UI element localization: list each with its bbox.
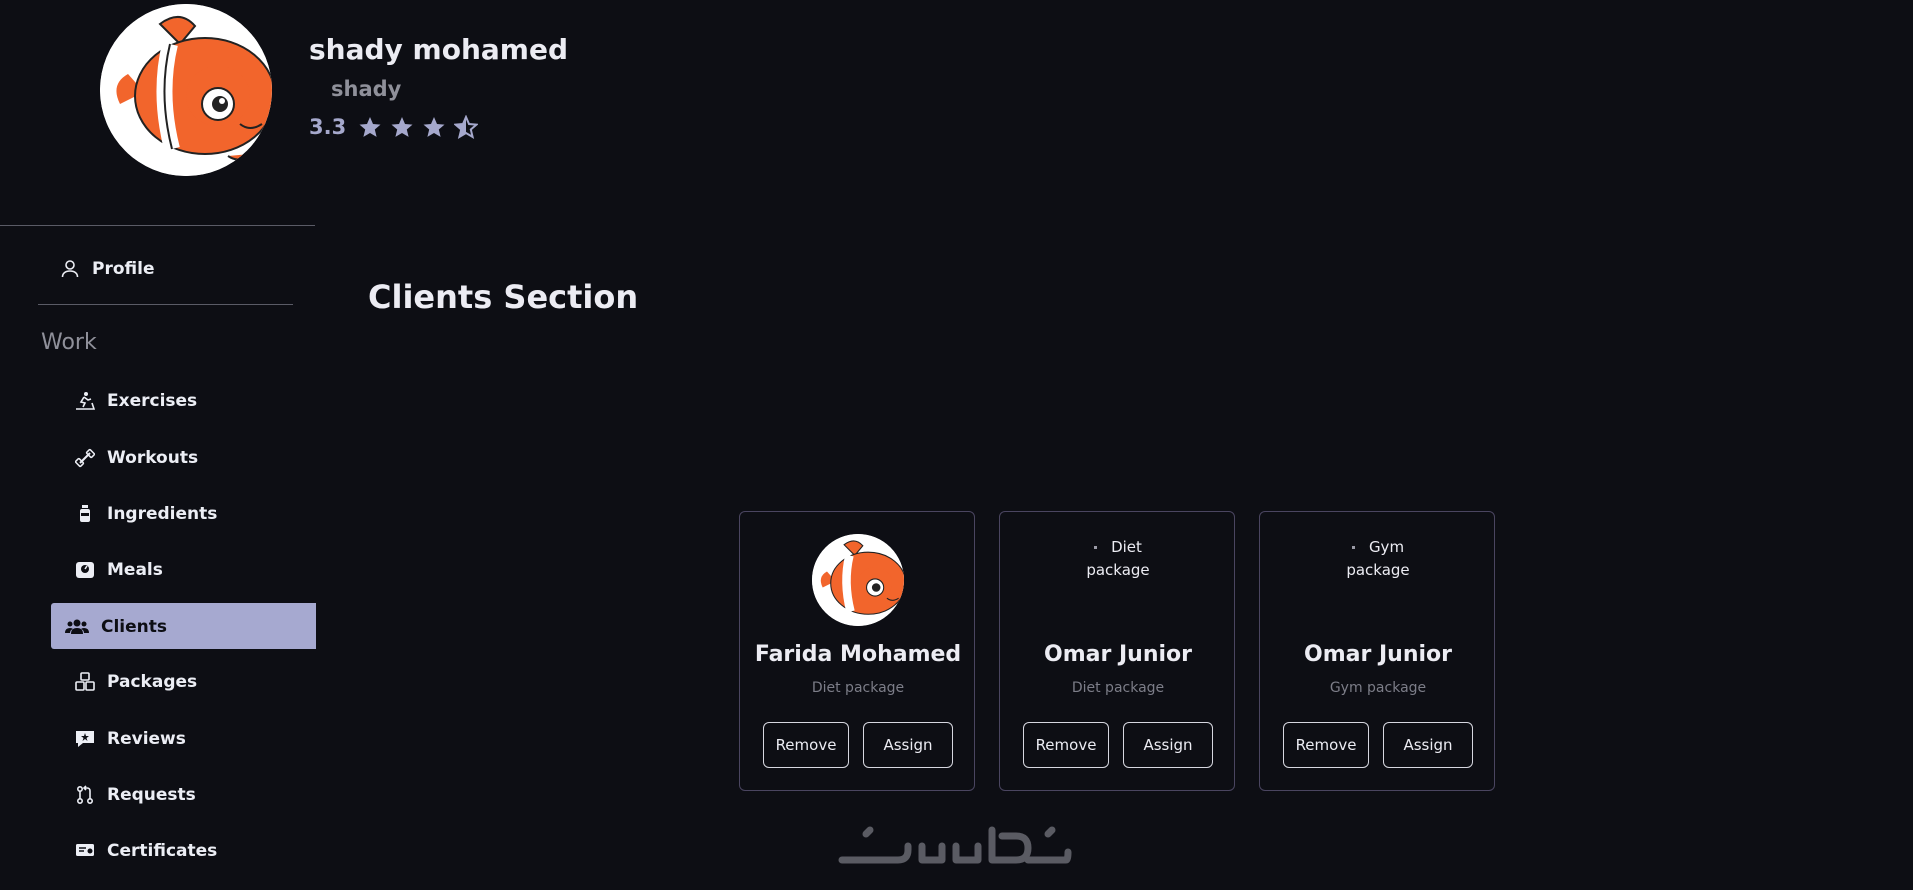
boxes-icon	[75, 672, 95, 692]
client-card: Farida Mohamed Diet package Remove Assig…	[739, 511, 975, 791]
sidebar-item-label: Profile	[92, 259, 155, 279]
sidebar-item-exercises[interactable]: Exercises	[75, 391, 197, 411]
star-full-icon	[422, 115, 446, 139]
page-title: Clients Section	[368, 278, 639, 316]
scale-icon	[75, 560, 95, 580]
star-full-icon	[390, 115, 414, 139]
remove-button[interactable]: Remove	[1283, 722, 1369, 768]
profile-avatar	[100, 4, 272, 176]
header-divider	[0, 225, 315, 226]
client-image-broken: Gym package	[1260, 536, 1496, 582]
client-card: Diet package Omar Junior Diet package Re…	[999, 511, 1235, 791]
sidebar-item-label: Workouts	[107, 448, 199, 468]
profile-rating: 3.3	[309, 115, 479, 139]
sidebar-item-clients[interactable]: Clients	[65, 617, 167, 637]
sidebar-item-label: Requests	[107, 785, 196, 805]
treadmill-icon	[75, 391, 95, 411]
user-icon	[60, 259, 80, 279]
clownfish-avatar	[100, 4, 272, 176]
clownfish-avatar	[812, 534, 904, 626]
star-full-icon	[358, 115, 382, 139]
sidebar-item-label: Exercises	[107, 391, 198, 411]
star-half-icon	[454, 115, 479, 139]
client-package: Diet package	[1071, 680, 1165, 696]
sidebar-item-label: Clients	[101, 617, 168, 637]
remove-button[interactable]: Remove	[1023, 722, 1109, 768]
sidebar-item-ingredients[interactable]: Ingredients	[75, 504, 217, 524]
sidebar-divider	[38, 304, 293, 305]
client-card: Gym package Omar Junior Gym package Remo…	[1259, 511, 1495, 791]
assign-button[interactable]: Assign	[863, 722, 953, 768]
remove-button[interactable]: Remove	[763, 722, 849, 768]
client-name: Farida Mohamed	[754, 642, 962, 667]
dumbbell-icon	[75, 448, 95, 468]
pull-request-icon	[75, 785, 95, 805]
sidebar-item-label: Meals	[107, 560, 163, 580]
watermark-logo	[838, 820, 1072, 872]
broken-image-icon	[1351, 546, 1355, 549]
client-avatar	[812, 534, 904, 626]
rating-value: 3.3	[309, 115, 347, 139]
sidebar-item-meals[interactable]: Meals	[75, 560, 163, 580]
client-name: Omar Junior	[1304, 642, 1452, 667]
client-name: Omar Junior	[1044, 642, 1192, 667]
sidebar-item-reviews[interactable]: Reviews	[75, 729, 186, 749]
sidebar-item-label: Packages	[107, 672, 198, 692]
review-icon	[75, 729, 95, 749]
sidebar-item-certificates[interactable]: Certificates	[75, 841, 217, 861]
sidebar-item-label: Reviews	[107, 729, 186, 749]
broken-image-icon	[1094, 546, 1098, 549]
image-alt-text: package	[1346, 561, 1410, 579]
bottle-icon	[75, 504, 95, 524]
sidebar-item-label: Certificates	[107, 841, 218, 861]
profile-username: shady	[331, 77, 402, 101]
assign-button[interactable]: Assign	[1383, 722, 1473, 768]
users-icon	[65, 617, 89, 637]
certificate-icon	[75, 841, 95, 861]
image-alt-text: package	[1086, 561, 1150, 579]
sidebar-item-profile[interactable]: Profile	[60, 259, 154, 279]
image-alt-text: Diet	[1111, 538, 1142, 556]
profile-name: shady mohamed	[309, 33, 568, 66]
sidebar-item-workouts[interactable]: Workouts	[75, 448, 198, 468]
client-package: Gym package	[1329, 680, 1427, 696]
client-image-broken: Diet package	[1000, 536, 1236, 582]
image-alt-text: Gym	[1368, 538, 1405, 556]
sidebar-item-packages[interactable]: Packages	[75, 672, 197, 692]
client-package: Diet package	[811, 680, 905, 696]
sidebar-item-requests[interactable]: Requests	[75, 785, 196, 805]
assign-button[interactable]: Assign	[1123, 722, 1213, 768]
sidebar-section-heading: Work	[41, 330, 97, 355]
sidebar-item-label: Ingredients	[107, 504, 218, 524]
